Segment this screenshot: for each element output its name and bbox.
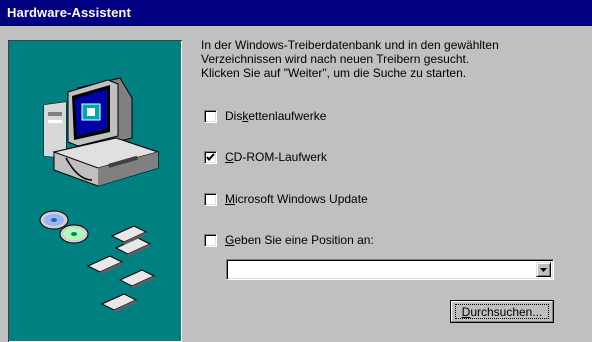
option-specify-location[interactable]: Geben Sie eine Position an: — [204, 232, 374, 248]
dropdown-button[interactable] — [536, 262, 551, 277]
instructions-line: In der Windows-Treiberdatenbank und in d… — [201, 38, 499, 52]
checkbox[interactable] — [204, 233, 217, 247]
instructions-line: Verzeichnissen wird nach neuen Treibern … — [201, 52, 470, 66]
checkbox[interactable] — [204, 192, 217, 206]
cd-disc-icon — [39, 210, 89, 244]
option-label: Diskettenlaufwerke — [225, 109, 327, 123]
floppy-disk-icon — [86, 225, 156, 311]
computer-icon — [43, 77, 160, 187]
option-windows-update[interactable]: Microsoft Windows Update — [204, 191, 368, 207]
option-cd-rom-drive[interactable]: CD-ROM-Laufwerk — [204, 149, 327, 165]
illustration-graphic — [39, 77, 160, 313]
option-label: Microsoft Windows Update — [225, 192, 368, 206]
title-bar[interactable]: Hardware-Assistent — [0, 0, 592, 26]
checkbox[interactable] — [204, 150, 217, 164]
window-title: Hardware-Assistent — [7, 5, 131, 20]
checkmark-icon — [206, 152, 215, 161]
checkbox[interactable] — [204, 109, 217, 123]
browse-button[interactable]: Durchsuchen... — [450, 300, 554, 323]
location-combobox[interactable] — [226, 259, 554, 280]
browse-button-label: Durchsuchen... — [461, 305, 543, 319]
chevron-down-icon — [540, 268, 547, 272]
option-label: Geben Sie eine Position an: — [225, 233, 374, 247]
wizard-illustration — [8, 40, 182, 342]
instructions-text: In der Windows-Treiberdatenbank und in d… — [201, 38, 571, 80]
option-label: CD-ROM-Laufwerk — [225, 150, 328, 164]
option-floppy-drives[interactable]: Diskettenlaufwerke — [204, 108, 326, 124]
instructions-line: Klicken Sie auf "Weiter", um die Suche z… — [201, 66, 467, 80]
wizard-page: In der Windows-Treiberdatenbank und in d… — [0, 26, 592, 342]
